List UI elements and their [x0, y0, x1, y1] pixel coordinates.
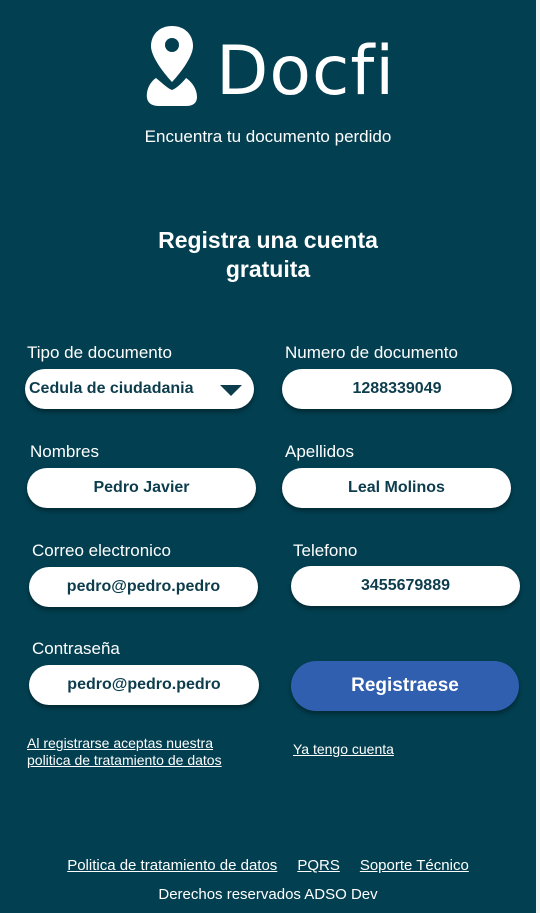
- privacy-policy-link[interactable]: Al registrarse aceptas nuestra politica …: [27, 735, 222, 769]
- login-link[interactable]: Ya tengo cuenta: [293, 741, 394, 757]
- doc-type-select[interactable]: Cedula de ciudadania: [25, 369, 254, 409]
- page-title-line2: gratuita: [225, 256, 311, 282]
- footer-link-support[interactable]: Soporte Técnico: [360, 857, 469, 874]
- location-person-icon: [146, 26, 197, 106]
- brand-name: Docfi: [216, 32, 396, 111]
- privacy-policy-line1: Al registrarse aceptas nuestra: [27, 735, 213, 751]
- footer-link-pqrs[interactable]: PQRS: [297, 857, 340, 874]
- surnames-label: Apellidos: [285, 442, 354, 461]
- right-edge: [536, 0, 540, 913]
- tagline: Encuentra tu documento perdido: [144, 127, 392, 146]
- register-button[interactable]: Registraese: [291, 661, 519, 711]
- email-input[interactable]: pedro@pedro.pedro: [29, 567, 258, 607]
- copyright: Derechos reservados ADSO Dev: [158, 886, 378, 903]
- phone-input[interactable]: 3455679889: [291, 566, 520, 606]
- surnames-input[interactable]: Leal Molinos: [282, 468, 511, 508]
- page-title: Registra una cuenta gratuita: [118, 226, 418, 284]
- phone-label: Telefono: [293, 541, 358, 560]
- doc-type-label: Tipo de documento: [27, 343, 172, 362]
- names-label: Nombres: [30, 442, 99, 461]
- privacy-policy-line2: politica de tratamiento de datos: [27, 752, 222, 768]
- names-input[interactable]: Pedro Javier: [27, 468, 256, 508]
- chevron-down-icon: [220, 385, 242, 396]
- footer-link-privacy[interactable]: Politica de tratamiento de datos: [67, 857, 277, 874]
- doc-number-input[interactable]: 1288339049: [282, 369, 512, 409]
- password-label: Contraseña: [32, 639, 120, 658]
- footer-links: Politica de tratamiento de datos PQRS So…: [0, 857, 536, 874]
- email-label: Correo electronico: [32, 541, 171, 560]
- password-input[interactable]: pedro@pedro.pedro: [29, 665, 259, 705]
- doc-number-label: Numero de documento: [285, 343, 458, 362]
- doc-type-value: Cedula de ciudadania: [29, 380, 194, 397]
- logo: Docfi: [146, 24, 406, 114]
- page-title-line1: Registra una cuenta: [158, 227, 378, 253]
